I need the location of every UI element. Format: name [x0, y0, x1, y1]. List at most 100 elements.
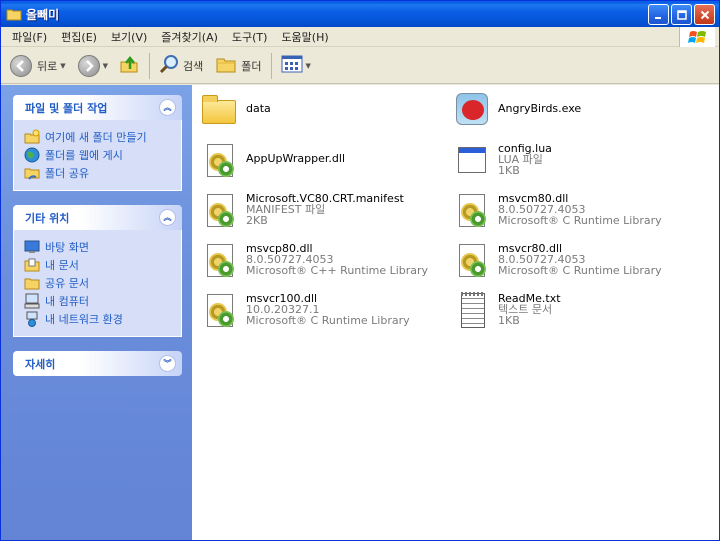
search-button[interactable]: 검색: [156, 51, 206, 81]
folder-icon: [24, 275, 40, 291]
place-label: 내 문서: [45, 259, 79, 272]
file-name: data: [246, 102, 271, 115]
file-folder-tasks-group: 파일 및 폴더 작업 ︽ 여기에 새 폴더 만들기 폴더를 웹에 게시 폴더 공…: [13, 95, 182, 191]
file-type: MANIFEST 파일: [246, 203, 326, 216]
file-tile[interactable]: data: [200, 91, 271, 139]
close-icon: [700, 10, 709, 19]
minimize-icon: [654, 16, 661, 19]
file-tile[interactable]: AppUpWrapper.dll: [200, 141, 345, 189]
file-name: AppUpWrapper.dll: [246, 152, 346, 165]
chevron-down-icon: ▼: [60, 61, 66, 70]
view-grid-icon: [281, 55, 303, 76]
dll-icon: [452, 191, 492, 231]
desktop-icon: [24, 239, 40, 255]
shared-folder-icon: [24, 165, 40, 181]
place-label: 내 컴퓨터: [45, 295, 89, 308]
task-label: 폴더 공유: [45, 167, 89, 180]
place-my-computer[interactable]: 내 컴퓨터: [24, 292, 171, 310]
expand-down-icon[interactable]: ︾: [159, 355, 176, 372]
new-folder-icon: [24, 129, 40, 145]
file-name: AngryBirds.exe: [498, 102, 582, 115]
file-description: Microsoft® C Runtime Library: [498, 264, 662, 277]
place-desktop[interactable]: 바탕 화면: [24, 238, 171, 256]
toolbar-separator: [149, 52, 151, 79]
explorer-window: 올빼미 파일(F) 편집(E) 보기(V) 즐겨찾기(A) 도구(T) 도움말(…: [0, 0, 720, 541]
text-file-icon: [452, 291, 492, 331]
task-publish-web[interactable]: 폴더를 웹에 게시: [24, 146, 171, 164]
folder-icon: [6, 7, 22, 21]
details-group: 자세히 ︾: [13, 351, 182, 376]
file-size: 1KB: [498, 164, 520, 177]
windows-logo-icon: [679, 27, 715, 47]
menu-edit[interactable]: 편집(E): [54, 29, 104, 45]
group-header[interactable]: 기타 위치 ︽: [13, 205, 182, 230]
task-label: 폴더를 웹에 게시: [45, 149, 123, 162]
close-button[interactable]: [694, 4, 715, 25]
dll-icon: [200, 241, 240, 281]
file-tile[interactable]: msvcp80.dll 8.0.50727.4053 Microsoft® C+…: [200, 241, 428, 289]
group-title: 자세히: [25, 357, 56, 371]
file-description: Microsoft® C Runtime Library: [246, 314, 410, 327]
place-my-documents[interactable]: 내 문서: [24, 256, 171, 274]
menu-file[interactable]: 파일(F): [5, 29, 54, 45]
task-pane: 파일 및 폴더 작업 ︽ 여기에 새 폴더 만들기 폴더를 웹에 게시 폴더 공…: [1, 85, 192, 540]
file-size: 2KB: [246, 214, 268, 227]
chevron-down-icon: ▼: [102, 61, 109, 70]
up-button[interactable]: [115, 51, 143, 81]
views-button[interactable]: ▼: [278, 51, 314, 81]
group-header[interactable]: 파일 및 폴더 작업 ︽: [13, 95, 182, 120]
folders-label: 폴더: [241, 59, 262, 73]
file-tile[interactable]: AngryBirds.exe: [452, 91, 581, 139]
collapse-up-icon[interactable]: ︽: [159, 99, 176, 116]
dll-icon: [200, 141, 240, 181]
globe-icon: [24, 147, 40, 163]
file-tile[interactable]: ReadMe.txt 텍스트 문서 1KB: [452, 291, 561, 339]
computer-icon: [24, 293, 40, 309]
title-bar[interactable]: 올빼미: [1, 1, 719, 27]
group-title: 기타 위치: [25, 211, 70, 225]
menu-tools[interactable]: 도구(T): [225, 29, 275, 45]
place-label: 공유 문서: [45, 277, 89, 290]
maximize-button[interactable]: [671, 4, 692, 25]
other-places-group: 기타 위치 ︽ 바탕 화면 내 문서 공유 문서 내 컴퓨터 내 네트워크 환경: [13, 205, 182, 337]
dll-icon: [200, 291, 240, 331]
search-label: 검색: [183, 59, 204, 73]
menu-bar: 파일(F) 편집(E) 보기(V) 즐겨찾기(A) 도구(T) 도움말(H): [1, 27, 719, 47]
menu-favorites[interactable]: 즐겨찾기(A): [154, 29, 225, 45]
folder-icon: [200, 91, 240, 131]
task-new-folder[interactable]: 여기에 새 폴더 만들기: [24, 128, 171, 146]
file-tile[interactable]: msvcr80.dll 8.0.50727.4053 Microsoft® C …: [452, 241, 662, 289]
file-tile[interactable]: msvcr100.dll 10.0.20327.1 Microsoft® C R…: [200, 291, 410, 339]
collapse-up-icon[interactable]: ︽: [159, 209, 176, 226]
folder-up-icon: [118, 53, 140, 78]
file-tile[interactable]: msvcm80.dll 8.0.50727.4053 Microsoft® C …: [452, 191, 662, 239]
forward-arrow-icon: [77, 54, 100, 77]
file-tile[interactable]: config.lua LUA 파일 1KB: [452, 141, 552, 189]
maximize-icon: [676, 9, 687, 20]
file-size: 1KB: [498, 314, 520, 327]
manifest-icon: [200, 191, 240, 231]
toolbar: 뒤로 ▼ ▼ 검색 폴더 ▼: [1, 48, 719, 84]
back-button[interactable]: 뒤로 ▼: [7, 51, 69, 81]
folder-icon: [215, 54, 237, 77]
file-description: Microsoft® C++ Runtime Library: [246, 264, 429, 277]
place-shared-documents[interactable]: 공유 문서: [24, 274, 171, 292]
menu-view[interactable]: 보기(V): [104, 29, 154, 45]
file-description: Microsoft® C Runtime Library: [498, 214, 662, 227]
toolbar-separator: [270, 52, 272, 79]
minimize-button[interactable]: [648, 4, 669, 25]
forward-button[interactable]: ▼: [75, 51, 111, 81]
folders-button[interactable]: 폴더: [212, 51, 264, 81]
window-title: 올빼미: [26, 7, 60, 22]
lua-file-icon: [452, 141, 492, 181]
group-header[interactable]: 자세히 ︾: [13, 351, 182, 376]
task-label: 여기에 새 폴더 만들기: [45, 131, 147, 144]
place-label: 내 네트워크 환경: [45, 313, 123, 326]
back-label: 뒤로: [37, 59, 58, 73]
file-tile[interactable]: Microsoft.VC80.CRT.manifest MANIFEST 파일 …: [200, 191, 404, 239]
task-share-folder[interactable]: 폴더 공유: [24, 164, 171, 182]
menu-help[interactable]: 도움말(H): [274, 29, 335, 45]
network-icon: [24, 311, 40, 327]
documents-folder-icon: [24, 257, 40, 273]
place-network[interactable]: 내 네트워크 환경: [24, 310, 171, 328]
